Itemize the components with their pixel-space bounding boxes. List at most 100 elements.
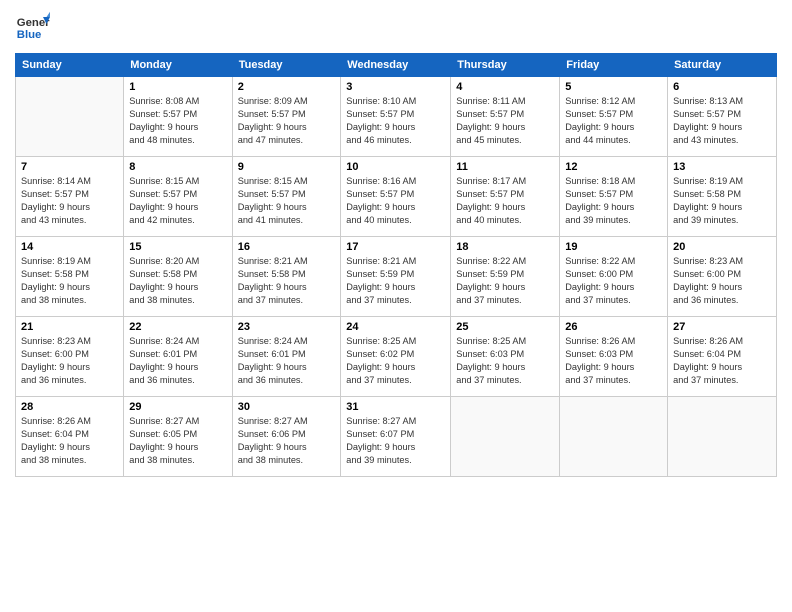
day-info: Sunrise: 8:26 AM Sunset: 6:04 PM Dayligh… (21, 415, 118, 467)
day-info: Sunrise: 8:11 AM Sunset: 5:57 PM Dayligh… (456, 95, 554, 147)
day-info: Sunrise: 8:18 AM Sunset: 5:57 PM Dayligh… (565, 175, 662, 227)
calendar-cell: 13Sunrise: 8:19 AM Sunset: 5:58 PM Dayli… (668, 157, 777, 237)
day-number: 15 (129, 241, 226, 253)
logo: General Blue (15, 10, 50, 45)
day-number: 6 (673, 81, 771, 93)
day-info: Sunrise: 8:10 AM Sunset: 5:57 PM Dayligh… (346, 95, 445, 147)
day-number: 5 (565, 81, 662, 93)
page: General Blue SundayMondayTuesdayWednesda… (0, 0, 792, 612)
day-number: 27 (673, 321, 771, 333)
day-number: 24 (346, 321, 445, 333)
calendar-cell: 16 Sunrise: 8:21 AM Sunset: 5:58 PM Dayli… (232, 237, 341, 317)
calendar-cell: 4 Sunrise: 8:11 AM Sunset: 5:57 PM Daylig… (451, 77, 560, 157)
calendar-cell: 6 Sunrise: 8:13 AM Sunset: 5:57 PM Daylig… (668, 77, 777, 157)
day-info: Sunrise: 8:19 AM Sunset: 5:58 PM Dayligh… (21, 255, 118, 307)
day-info: Sunrise: 8:24 AM Sunset: 6:01 PM Dayligh… (129, 335, 226, 387)
day-number: 16 (238, 241, 336, 253)
calendar-cell: 1 Sunrise: 8:08 AM Sunset: 5:57 PM Daylig… (124, 77, 232, 157)
day-info: Sunrise: 8:15 AM Sunset: 5:57 PM Dayligh… (238, 175, 336, 227)
calendar-cell: 23 Sunrise: 8:24 AM Sunset: 6:01 PM Dayli… (232, 317, 341, 397)
day-info: Sunrise: 8:09 AM Sunset: 5:57 PM Dayligh… (238, 95, 336, 147)
day-info: Sunrise: 8:13 AM Sunset: 5:57 PM Dayligh… (673, 95, 771, 147)
day-info: Sunrise: 8:15 AM Sunset: 5:57 PM Dayligh… (129, 175, 226, 227)
day-info: Sunrise: 8:26 AM Sunset: 6:04 PM Dayligh… (673, 335, 771, 387)
day-number: 26 (565, 321, 662, 333)
day-number: 30 (238, 401, 336, 413)
day-number: 29 (129, 401, 226, 413)
week-row-0: 1 Sunrise: 8:08 AM Sunset: 5:57 PM Daylig… (16, 77, 777, 157)
calendar-cell: 21 Sunrise: 8:23 AM Sunset: 6:00 PM Dayli… (16, 317, 124, 397)
weekday-header-wednesday: Wednesday (341, 54, 451, 77)
day-number: 9 (238, 161, 336, 173)
day-number: 4 (456, 81, 554, 93)
week-row-4: 28Sunrise: 8:26 AM Sunset: 6:04 PM Dayli… (16, 397, 777, 477)
day-number: 10 (346, 161, 445, 173)
week-row-1: 7 Sunrise: 8:14 AM Sunset: 5:57 PM Daylig… (16, 157, 777, 237)
day-number: 23 (238, 321, 336, 333)
day-number: 22 (129, 321, 226, 333)
calendar-cell: 3 Sunrise: 8:10 AM Sunset: 5:57 PM Daylig… (341, 77, 451, 157)
day-number: 14 (21, 241, 118, 253)
calendar-cell: 11Sunrise: 8:17 AM Sunset: 5:57 PM Dayli… (451, 157, 560, 237)
calendar-cell: 5 Sunrise: 8:12 AM Sunset: 5:57 PM Daylig… (560, 77, 668, 157)
calendar-cell (668, 397, 777, 477)
day-info: Sunrise: 8:25 AM Sunset: 6:03 PM Dayligh… (456, 335, 554, 387)
week-row-2: 14 Sunrise: 8:19 AM Sunset: 5:58 PM Dayli… (16, 237, 777, 317)
day-number: 2 (238, 81, 336, 93)
calendar-cell: 2 Sunrise: 8:09 AM Sunset: 5:57 PM Daylig… (232, 77, 341, 157)
day-info: Sunrise: 8:26 AM Sunset: 6:03 PM Dayligh… (565, 335, 662, 387)
logo-icon: General Blue (15, 10, 50, 45)
calendar-table: SundayMondayTuesdayWednesdayThursdayFrid… (15, 53, 777, 477)
day-number: 20 (673, 241, 771, 253)
calendar-cell: 15Sunrise: 8:20 AM Sunset: 5:58 PM Dayli… (124, 237, 232, 317)
day-info: Sunrise: 8:25 AM Sunset: 6:02 PM Dayligh… (346, 335, 445, 387)
weekday-header-saturday: Saturday (668, 54, 777, 77)
calendar-cell: 29Sunrise: 8:27 AM Sunset: 6:05 PM Dayli… (124, 397, 232, 477)
calendar-cell: 28Sunrise: 8:26 AM Sunset: 6:04 PM Dayli… (16, 397, 124, 477)
week-row-3: 21 Sunrise: 8:23 AM Sunset: 6:00 PM Dayli… (16, 317, 777, 397)
day-number: 25 (456, 321, 554, 333)
day-number: 21 (21, 321, 118, 333)
calendar-cell: 14 Sunrise: 8:19 AM Sunset: 5:58 PM Dayli… (16, 237, 124, 317)
day-info: Sunrise: 8:22 AM Sunset: 5:59 PM Dayligh… (456, 255, 554, 307)
day-info: Sunrise: 8:23 AM Sunset: 6:00 PM Dayligh… (673, 255, 771, 307)
day-number: 18 (456, 241, 554, 253)
calendar-cell: 7 Sunrise: 8:14 AM Sunset: 5:57 PM Daylig… (16, 157, 124, 237)
day-info: Sunrise: 8:08 AM Sunset: 5:57 PM Dayligh… (129, 95, 226, 147)
day-info: Sunrise: 8:23 AM Sunset: 6:00 PM Dayligh… (21, 335, 118, 387)
day-info: Sunrise: 8:19 AM Sunset: 5:58 PM Dayligh… (673, 175, 771, 227)
calendar-cell: 12Sunrise: 8:18 AM Sunset: 5:57 PM Dayli… (560, 157, 668, 237)
calendar-cell: 31 Sunrise: 8:27 AM Sunset: 6:07 PM Dayli… (341, 397, 451, 477)
day-info: Sunrise: 8:27 AM Sunset: 6:07 PM Dayligh… (346, 415, 445, 467)
calendar-cell: 18 Sunrise: 8:22 AM Sunset: 5:59 PM Dayli… (451, 237, 560, 317)
day-number: 8 (129, 161, 226, 173)
day-info: Sunrise: 8:21 AM Sunset: 5:58 PM Dayligh… (238, 255, 336, 307)
weekday-header-sunday: Sunday (16, 54, 124, 77)
calendar-cell: 17Sunrise: 8:21 AM Sunset: 5:59 PM Dayli… (341, 237, 451, 317)
calendar-cell: 19 Sunrise: 8:22 AM Sunset: 6:00 PM Dayli… (560, 237, 668, 317)
day-info: Sunrise: 8:22 AM Sunset: 6:00 PM Dayligh… (565, 255, 662, 307)
weekday-header-tuesday: Tuesday (232, 54, 341, 77)
day-number: 19 (565, 241, 662, 253)
day-number: 3 (346, 81, 445, 93)
calendar-cell: 9 Sunrise: 8:15 AM Sunset: 5:57 PM Daylig… (232, 157, 341, 237)
day-info: Sunrise: 8:27 AM Sunset: 6:06 PM Dayligh… (238, 415, 336, 467)
weekday-header-monday: Monday (124, 54, 232, 77)
day-info: Sunrise: 8:17 AM Sunset: 5:57 PM Dayligh… (456, 175, 554, 227)
day-number: 1 (129, 81, 226, 93)
calendar-cell: 30 Sunrise: 8:27 AM Sunset: 6:06 PM Dayli… (232, 397, 341, 477)
day-number: 31 (346, 401, 445, 413)
calendar-cell: 25 Sunrise: 8:25 AM Sunset: 6:03 PM Dayli… (451, 317, 560, 397)
calendar-cell (560, 397, 668, 477)
day-info: Sunrise: 8:12 AM Sunset: 5:57 PM Dayligh… (565, 95, 662, 147)
calendar-cell: 26 Sunrise: 8:26 AM Sunset: 6:03 PM Dayli… (560, 317, 668, 397)
weekday-header-thursday: Thursday (451, 54, 560, 77)
day-info: Sunrise: 8:14 AM Sunset: 5:57 PM Dayligh… (21, 175, 118, 227)
day-number: 17 (346, 241, 445, 253)
day-info: Sunrise: 8:24 AM Sunset: 6:01 PM Dayligh… (238, 335, 336, 387)
calendar-cell (16, 77, 124, 157)
calendar-cell: 20 Sunrise: 8:23 AM Sunset: 6:00 PM Dayli… (668, 237, 777, 317)
calendar-cell (451, 397, 560, 477)
day-info: Sunrise: 8:16 AM Sunset: 5:57 PM Dayligh… (346, 175, 445, 227)
day-number: 7 (21, 161, 118, 173)
